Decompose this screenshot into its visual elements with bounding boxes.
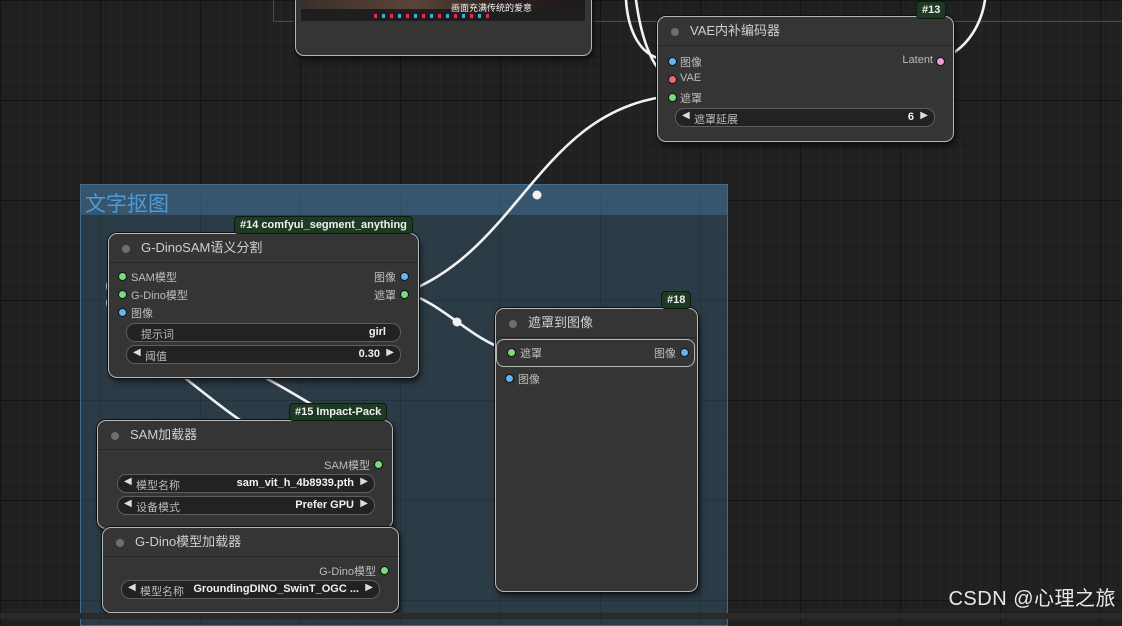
widget-value: 6 xyxy=(907,111,914,123)
collapse-dot-icon[interactable] xyxy=(509,320,517,328)
node-id-badge: #14 comfyui_segment_anything xyxy=(234,216,413,234)
image-input-slot-icon[interactable] xyxy=(668,57,677,66)
gdino-loader-node[interactable]: G-Dino模型加载器 G-Dino模型 ◀ 模型名称 GroundingDIN… xyxy=(102,527,399,613)
vae-node-title: VAE内补编码器 xyxy=(690,23,781,38)
sam-model-output-slot-icon[interactable] xyxy=(374,460,383,469)
node-title[interactable]: SAM加载器 xyxy=(98,421,392,450)
widget-label: 提示词 xyxy=(141,329,174,341)
output-label-image: 图像 xyxy=(374,272,396,284)
node-title[interactable]: VAE内补编码器 xyxy=(658,17,953,46)
gdino-model-input-slot-icon[interactable] xyxy=(118,290,127,299)
input-label-image: 图像 xyxy=(131,308,153,320)
node-id-badge: #13 xyxy=(916,1,947,19)
sam-loader-node-title: SAM加载器 xyxy=(130,427,198,442)
prompt-widget[interactable]: 提示词 girl xyxy=(126,323,401,342)
increment-arrow-icon[interactable]: ▶ xyxy=(386,347,394,358)
gdino-model-output-slot-icon[interactable] xyxy=(380,566,389,575)
sam-loader-node[interactable]: SAM加载器 SAM模型 ◀ 模型名称 sam_vit_h_4b8939.pth… xyxy=(97,420,393,529)
node-title[interactable]: 遮罩到图像 xyxy=(496,309,697,338)
image-slot-icon[interactable] xyxy=(505,374,514,383)
vae-inpaint-encoder-node[interactable]: VAE内补编码器 图像 VAE 遮罩 Latent ◀ 遮罩延展 6 ▶ xyxy=(657,16,954,142)
mask-input-slot-icon[interactable] xyxy=(507,348,516,357)
model-name-widget[interactable]: ◀ 模型名称 sam_vit_h_4b8939.pth ▶ xyxy=(117,474,375,493)
slot-label-image: 图像 xyxy=(518,374,540,386)
increment-arrow-icon[interactable]: ▶ xyxy=(920,110,928,121)
output-label-latent: Latent xyxy=(902,54,933,66)
increment-arrow-icon[interactable]: ▶ xyxy=(365,582,373,593)
decrement-arrow-icon[interactable]: ◀ xyxy=(124,476,132,487)
image-input-slot-icon[interactable] xyxy=(118,308,127,317)
node-title[interactable]: G-DinoSAM语义分割 xyxy=(109,234,418,263)
widget-value: GroundingDINO_SwinT_OGC ... xyxy=(193,583,359,595)
gdino-sam-segment-node[interactable]: G-DinoSAM语义分割 SAM模型 G-Dino模型 图像 图像 遮罩 提示… xyxy=(108,233,419,378)
wire-midpoint-handle xyxy=(452,317,462,327)
collapse-dot-icon[interactable] xyxy=(122,245,130,253)
input-label-vae: VAE xyxy=(680,72,702,84)
vae-input-slot-icon[interactable] xyxy=(668,75,677,84)
watermark: CSDN @心理之旅 xyxy=(948,588,1116,610)
widget-value: sam_vit_h_4b8939.pth xyxy=(236,477,354,489)
mask-output-slot-icon[interactable] xyxy=(400,290,409,299)
mask-to-image-node-title: 遮罩到图像 xyxy=(528,315,594,330)
increment-arrow-icon[interactable]: ▶ xyxy=(360,476,368,487)
widget-label: 模型名称 xyxy=(140,586,184,598)
node-title[interactable]: G-Dino模型加载器 xyxy=(103,528,398,557)
collapse-dot-icon[interactable] xyxy=(671,28,679,36)
image-output-slot-icon[interactable] xyxy=(680,348,689,357)
decrement-arrow-icon[interactable]: ◀ xyxy=(682,110,690,121)
node-id-badge: #18 xyxy=(661,291,692,309)
sam-model-input-slot-icon[interactable] xyxy=(118,272,127,281)
widget-value: 0.30 xyxy=(358,348,380,360)
output-label-image: 图像 xyxy=(654,348,676,360)
increment-arrow-icon[interactable]: ▶ xyxy=(360,498,368,509)
image-output-slot-icon[interactable] xyxy=(400,272,409,281)
decrement-arrow-icon[interactable]: ◀ xyxy=(124,498,132,509)
widget-label: 遮罩延展 xyxy=(694,114,738,126)
latent-output-slot-icon[interactable] xyxy=(936,57,945,66)
input-label-sam-model: SAM模型 xyxy=(131,272,177,284)
widget-label: 模型名称 xyxy=(136,480,180,492)
output-label-mask: 遮罩 xyxy=(374,290,396,302)
mask-grow-widget[interactable]: ◀ 遮罩延展 6 ▶ xyxy=(675,108,935,127)
mask-to-image-node[interactable]: 遮罩到图像 遮罩 图像 图像 xyxy=(495,308,698,592)
output-label-sam-model: SAM模型 xyxy=(324,460,370,472)
gdino-loader-node-title: G-Dino模型加载器 xyxy=(135,534,242,549)
bottom-strip xyxy=(0,613,1122,619)
model-name-widget[interactable]: ◀ 模型名称 GroundingDINO_SwinT_OGC ... ▶ xyxy=(121,580,380,599)
input-label-mask: 遮罩 xyxy=(680,93,702,105)
device-mode-widget[interactable]: ◀ 设备模式 Prefer GPU ▶ xyxy=(117,496,375,515)
wire-midpoint-handle xyxy=(532,190,542,200)
widget-value: girl xyxy=(368,326,386,338)
input-label-mask: 遮罩 xyxy=(520,348,542,360)
widget-label: 设备模式 xyxy=(136,502,180,514)
decrement-arrow-icon[interactable]: ◀ xyxy=(133,347,141,358)
wire-sam-model xyxy=(178,372,242,422)
node-id-badge: #15 Impact-Pack xyxy=(289,403,388,421)
threshold-widget[interactable]: ◀ 阈值 0.30 ▶ xyxy=(126,345,401,364)
gdino-sam-node-title: G-DinoSAM语义分割 xyxy=(141,240,263,255)
output-label-gdino-model: G-Dino模型 xyxy=(319,566,376,578)
collapse-dot-icon[interactable] xyxy=(111,432,119,440)
input-label-image: 图像 xyxy=(680,57,702,69)
input-label-gdino-model: G-Dino模型 xyxy=(131,290,188,302)
decrement-arrow-icon[interactable]: ◀ xyxy=(128,582,136,593)
mask-input-slot-icon[interactable] xyxy=(668,93,677,102)
widget-value: Prefer GPU xyxy=(295,499,354,511)
collapse-dot-icon[interactable] xyxy=(116,539,124,547)
widget-label: 阈值 xyxy=(145,351,167,363)
